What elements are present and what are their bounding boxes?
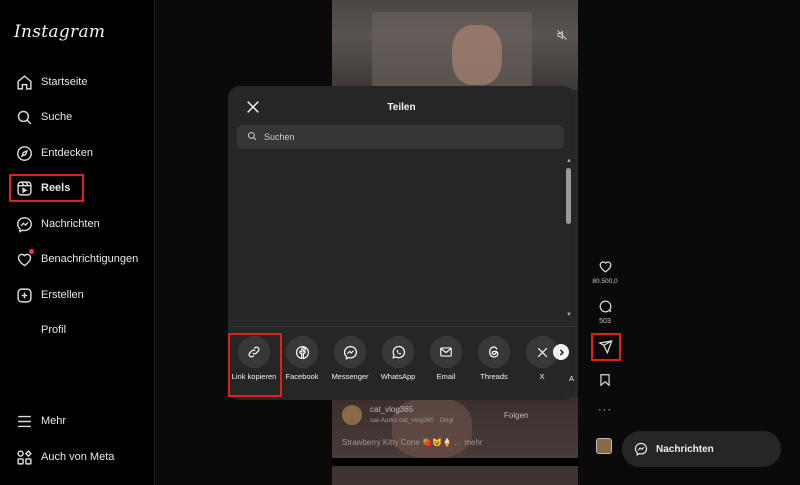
comment-count: 503 (599, 318, 611, 325)
chevron-right-icon (557, 348, 566, 357)
search-field[interactable] (237, 125, 564, 149)
messenger-icon (634, 442, 648, 456)
share-messenger[interactable]: Messenger (326, 336, 374, 382)
mute-icon[interactable] (556, 28, 568, 46)
sidebar-item-notifications[interactable]: Benachrichtigungen (8, 244, 148, 274)
sidebar-item-label: Profil (41, 324, 67, 336)
reel-face (452, 25, 502, 85)
divider (228, 326, 575, 327)
reel-caption: Strawberry Kitty Cone 🍓😺🍦 … mehr (342, 438, 483, 447)
follow-button[interactable]: Folgen (504, 411, 528, 420)
highlight-link-copy (228, 333, 282, 397)
meta-grid-icon (15, 448, 33, 466)
dialog-title: Teilen (387, 102, 416, 113)
share-target-label-partial: A (569, 374, 575, 383)
like-action[interactable] (593, 259, 617, 274)
share-facebook[interactable]: Facebook (278, 336, 326, 382)
share-whatsapp[interactable]: WhatsApp (374, 336, 422, 382)
search-input[interactable] (264, 132, 544, 142)
share-target-label: Facebook (285, 372, 319, 381)
share-target-label: Email (436, 372, 456, 381)
sidebar-item-profile[interactable]: Profil (8, 315, 148, 345)
sidebar-item-messages[interactable]: Nachrichten (8, 209, 148, 239)
share-email[interactable]: Email (422, 336, 470, 382)
sidebar-item-more[interactable]: Mehr (8, 406, 148, 436)
sidebar-item-meta[interactable]: Auch von Meta (8, 442, 148, 472)
sidebar-item-label: Entdecken (41, 147, 93, 159)
messenger-icon (334, 336, 366, 368)
sidebar-item-home[interactable]: Startseite (8, 67, 148, 97)
sidebar-item-label: Erstellen (41, 289, 84, 301)
reel-audio[interactable]: sal-Audio cat_vlog365 · Origi (370, 417, 453, 424)
search-icon (15, 108, 33, 126)
sidebar-item-explore[interactable]: Entdecken (8, 138, 148, 168)
sidebar-item-label: Startseite (41, 76, 88, 88)
threads-icon (478, 336, 510, 368)
highlight-share (591, 333, 621, 361)
like-count: 80.500,0 (592, 278, 618, 285)
share-target-label: Threads (480, 372, 508, 381)
instagram-logo[interactable]: Instagram (14, 22, 105, 42)
sidebar-item-label: Auch von Meta (41, 451, 115, 463)
search-icon (247, 128, 257, 146)
share-threads[interactable]: Threads (470, 336, 518, 382)
reel-frame (332, 0, 578, 90)
heart-icon (593, 259, 617, 274)
home-icon (15, 73, 33, 91)
compass-icon (15, 144, 33, 162)
sidebar-item-create[interactable]: Erstellen (8, 280, 148, 310)
audio-thumbnail[interactable] (596, 438, 612, 454)
more-options-icon[interactable]: ··· (593, 404, 617, 416)
scrollbar-thumb[interactable] (566, 168, 571, 224)
next-arrow-button[interactable] (553, 344, 569, 360)
reel-info-area (332, 398, 578, 458)
sidebar-item-search[interactable]: Suche (8, 102, 148, 132)
menu-icon (15, 412, 33, 430)
sidebar-item-label: Suche (41, 111, 73, 123)
reel-author-avatar[interactable] (342, 405, 362, 425)
messages-button[interactable]: Nachrichten (622, 431, 781, 467)
share-target-label: Messenger (331, 372, 369, 381)
share-target-label: X (539, 372, 545, 381)
sidebar: Instagram Startseite Suche Entdecken Ree… (0, 0, 155, 485)
email-icon (430, 336, 462, 368)
share-target-label: WhatsApp (380, 372, 416, 381)
scroll-down-arrow[interactable]: ▼ (566, 312, 572, 318)
reel-username[interactable]: cat_vlog365 (370, 405, 413, 414)
scroll-up-arrow[interactable]: ▲ (566, 158, 572, 164)
bookmark-icon (593, 373, 617, 387)
save-action[interactable] (593, 373, 617, 387)
messenger-icon (15, 215, 33, 233)
comment-icon (593, 299, 617, 314)
heart-icon (15, 249, 34, 268)
avatar (15, 321, 33, 339)
whatsapp-icon (382, 336, 414, 368)
facebook-icon (286, 336, 318, 368)
sidebar-item-label: Benachrichtigungen (41, 253, 139, 265)
notification-dot (29, 249, 34, 254)
sidebar-item-label: Mehr (41, 415, 67, 427)
next-reel-preview[interactable] (332, 466, 578, 485)
comment-action[interactable] (593, 299, 617, 314)
highlight-reels (9, 174, 84, 202)
plus-square-icon (15, 286, 33, 304)
messages-label: Nachrichten (656, 443, 714, 455)
sidebar-item-label: Nachrichten (41, 218, 100, 230)
